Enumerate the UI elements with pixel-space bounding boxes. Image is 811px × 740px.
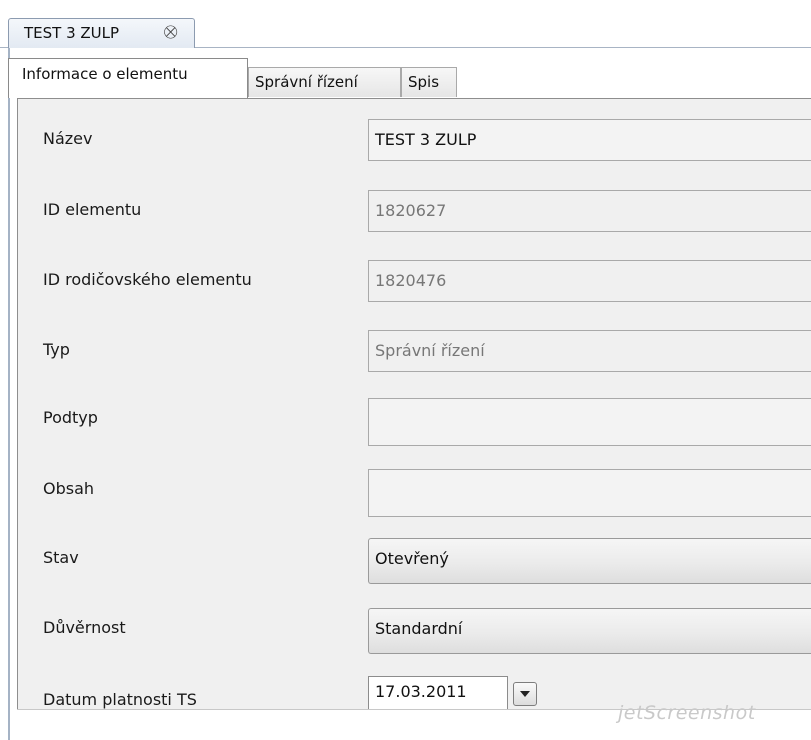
stav-label: Stav (43, 548, 79, 567)
row-nazev: Název TEST 3 ZULP (18, 119, 811, 161)
nazev-field[interactable]: TEST 3 ZULP (368, 119, 811, 161)
editor-tab[interactable]: TEST 3 ZULP ⛒ (8, 18, 195, 49)
close-icon[interactable]: ⛒ (164, 25, 177, 40)
podtyp-label: Podtyp (43, 408, 98, 427)
datum-input[interactable]: 17.03.2011 (368, 676, 508, 710)
id-rodic-field: 1820476 (368, 260, 811, 302)
row-id-elementu: ID elementu 1820627 (18, 190, 811, 232)
tab-spis[interactable]: Spis (401, 67, 457, 97)
watermark: jetScreenshot (618, 702, 756, 724)
nazev-label: Název (43, 129, 93, 148)
obsah-label: Obsah (43, 479, 95, 498)
row-duvernost: Důvěrnost Standardní (18, 608, 811, 654)
stav-select[interactable]: Otevřený (368, 538, 811, 584)
row-obsah: Obsah (18, 469, 811, 517)
obsah-field[interactable] (368, 469, 811, 517)
typ-field: Správní řízení (368, 330, 811, 372)
typ-label: Typ (43, 340, 70, 359)
date-picker-button[interactable] (513, 682, 537, 706)
id-elementu-field: 1820627 (368, 190, 811, 232)
row-podtyp: Podtyp (18, 398, 811, 446)
editor-tab-title: TEST 3 ZULP (24, 24, 120, 42)
element-info-panel: Název TEST 3 ZULP ID elementu 1820627 ID… (17, 98, 811, 710)
podtyp-field[interactable] (368, 398, 811, 446)
duvernost-label: Důvěrnost (43, 618, 126, 637)
datum-label: Datum platnosti TS (43, 690, 197, 709)
tab-label: Spis (408, 73, 440, 91)
row-id-rodic: ID rodičovského elementu 1820476 (18, 260, 811, 302)
tab-informace-o-elementu[interactable]: Informace o elementu (8, 58, 248, 98)
id-elementu-label: ID elementu (43, 200, 142, 219)
tab-spravni-rizeni[interactable]: Správní řízení (248, 67, 401, 97)
row-typ: Typ Správní řízení (18, 330, 811, 372)
chevron-down-icon (520, 691, 530, 697)
editor-tabstrip: TEST 3 ZULP ⛒ (0, 0, 811, 49)
id-rodic-label: ID rodičovského elementu (43, 270, 252, 289)
tab-label: Informace o elementu (22, 65, 188, 83)
row-stav: Stav Otevřený (18, 538, 811, 584)
duvernost-select[interactable]: Standardní (368, 608, 811, 654)
tab-label: Správní řízení (255, 73, 358, 91)
